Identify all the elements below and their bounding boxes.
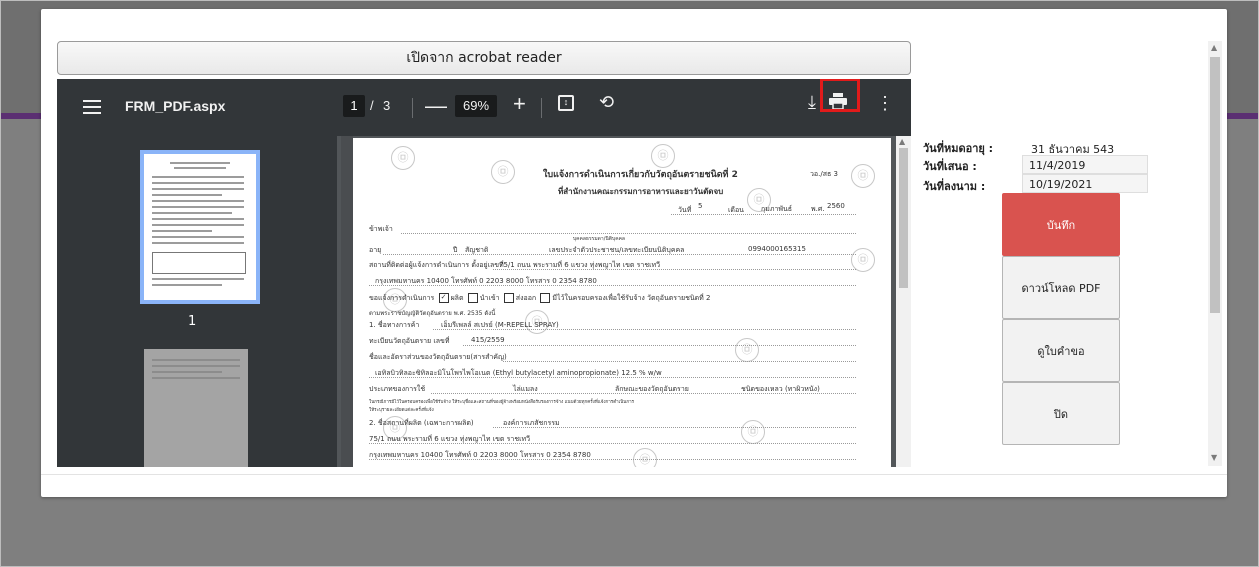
doc-note-line1: ในกรณีการมีไว้ในครอบครองเพื่อใช้รับจ้าง … xyxy=(369,400,635,405)
doc-opt-import: นำเข้า xyxy=(479,294,500,302)
more-options-icon[interactable]: ⋮ xyxy=(876,93,894,114)
doc-reg-value: 415/2559 xyxy=(471,336,505,344)
doc-ingredients-label: ชื่อและอัตราส่วนของวัตถุอันตราย(สารสำคัญ… xyxy=(369,353,507,361)
doc-form-code: วอ./สธ 3 xyxy=(810,170,838,178)
doc-date-year: 2560 xyxy=(827,202,845,210)
checkbox-produce: ✓ xyxy=(438,293,449,303)
doc-note-line2: ให้ระบุรายละเอียดแต่ละครั้งที่แจ้ง xyxy=(369,408,434,413)
toolbar-divider xyxy=(541,98,542,118)
zoom-in-button[interactable]: + xyxy=(513,91,526,117)
doc-age-label: อายุ xyxy=(369,246,382,254)
pdf-modal-dialog: เปิดจาก acrobat reader FRM_PDF.aspx 1 / … xyxy=(41,9,1227,497)
doc-item1-label: 1. ชื่อทางการค้า xyxy=(369,321,420,329)
thumbnail-scrollbar[interactable] xyxy=(341,136,353,467)
doc-opt-produce: ผลิต xyxy=(450,294,464,302)
close-button[interactable]: ปิด xyxy=(1002,382,1120,445)
fit-to-page-icon[interactable]: ↕ xyxy=(558,95,574,111)
document-scrollbar[interactable]: ▲ xyxy=(896,136,911,467)
modal-footer-divider xyxy=(41,474,1227,475)
sign-date-field[interactable]: 10/19/2021 xyxy=(1022,174,1148,193)
page-number-input[interactable]: 1 xyxy=(343,95,365,117)
checkbox-possess xyxy=(540,293,551,303)
modal-scrollbar-thumb[interactable] xyxy=(1210,57,1220,313)
checkbox-export xyxy=(503,293,514,303)
doc-law-ref: ตามพระราชบัญญัติวัตถุอันตราย พ.ศ. 2535 ด… xyxy=(369,310,496,317)
print-icon[interactable] xyxy=(829,93,847,110)
doc-id-value: 0994000165315 xyxy=(748,245,806,253)
pdf-viewer: FRM_PDF.aspx 1 / 3 — 69% + ↕ ⟲ ⤓ ⋮ 1 ㉤ ㉤… xyxy=(57,79,911,467)
doc-item2-label: 2. ชื่อสถานที่ผลิต (เฉพาะการผลิต) xyxy=(369,419,474,427)
submit-date-field[interactable]: 11/4/2019 xyxy=(1022,155,1148,174)
zoom-level-input[interactable]: 69% xyxy=(455,95,497,117)
doc-date-day: 5 xyxy=(698,202,703,210)
pdf-toolbar: FRM_PDF.aspx 1 / 3 — 69% + ↕ ⟲ ⤓ ⋮ xyxy=(57,79,911,136)
submit-date-label: วันที่เสนอ : xyxy=(923,160,977,173)
thumbnail-pane: 1 xyxy=(57,136,337,467)
doc-applicant-label: ข้าพเจ้า xyxy=(369,225,393,233)
toolbar-divider xyxy=(412,98,413,118)
doc-title-line2: ที่สำนักงานคณะกรรมการอาหารและยาวันตัดจบ xyxy=(558,187,724,196)
doc-usage-label: ประเภทของการใช้ xyxy=(369,385,426,393)
pdf-file-name: FRM_PDF.aspx xyxy=(125,98,226,114)
page-thumbnail-2[interactable] xyxy=(144,349,248,467)
page-thumbnail-1[interactable] xyxy=(140,150,260,304)
doc-place-label: สถานที่ติดต่อผู้แจ้งการดำเนินการ ตั้งอยู… xyxy=(369,261,504,269)
page-separator: / xyxy=(370,98,374,113)
document-area: ㉤ ㉤ ㉤ ㉤ ㉤ ㉤ ㉤ ㉤ ㉤ ㉤ ㉤ ㉤ ใบแจ้งการดำเนินก… xyxy=(353,136,896,467)
expiry-date-label: วันที่หมดอายุ : xyxy=(923,142,994,155)
doc-title-line1: ใบแจ้งการดำเนินการเกี่ยวกับวัตถุอันตรายช… xyxy=(543,170,738,180)
sign-date-label: วันที่ลงนาม : xyxy=(923,180,986,193)
document-scrollbar-thumb[interactable] xyxy=(899,148,908,288)
zoom-out-button[interactable]: — xyxy=(425,93,447,119)
rotate-icon[interactable]: ⟲ xyxy=(599,92,614,113)
page-total: 3 xyxy=(383,98,391,113)
save-button[interactable]: บันทึก xyxy=(1002,193,1120,256)
open-in-acrobat-button[interactable]: เปิดจาก acrobat reader xyxy=(57,41,911,75)
view-request-button[interactable]: ดูใบคำขอ xyxy=(1002,319,1120,382)
thumbnail-page-label: 1 xyxy=(188,314,197,329)
page-background: เปิดจาก acrobat reader FRM_PDF.aspx 1 / … xyxy=(0,0,1259,567)
doc-opt-export: ส่งออก xyxy=(515,294,537,302)
checkbox-import xyxy=(467,293,478,303)
doc-reg-label: ทะเบียนวัตถุอันตราย เลขที่ xyxy=(369,337,450,345)
download-pdf-button[interactable]: ดาวน์โหลด PDF xyxy=(1002,256,1120,319)
menu-icon[interactable] xyxy=(83,97,101,117)
header-accent-bar-left xyxy=(1,113,43,119)
doc-opt-possess: มีไว้ในครอบครองเพื่อใช้รับจ้าง วัตถุอันต… xyxy=(552,294,711,302)
doc-person-type-note: บุคคลธรรมดา/นิติบุคคล xyxy=(573,236,625,242)
doc-operation-label: ขอแจ้งการดำเนินการ xyxy=(369,294,435,302)
document-page: ㉤ ㉤ ㉤ ㉤ ㉤ ㉤ ㉤ ㉤ ㉤ ㉤ ㉤ ㉤ ใบแจ้งการดำเนินก… xyxy=(353,138,891,467)
download-icon[interactable]: ⤓ xyxy=(808,92,816,113)
modal-scrollbar[interactable]: ▲ ▼ xyxy=(1208,41,1222,466)
